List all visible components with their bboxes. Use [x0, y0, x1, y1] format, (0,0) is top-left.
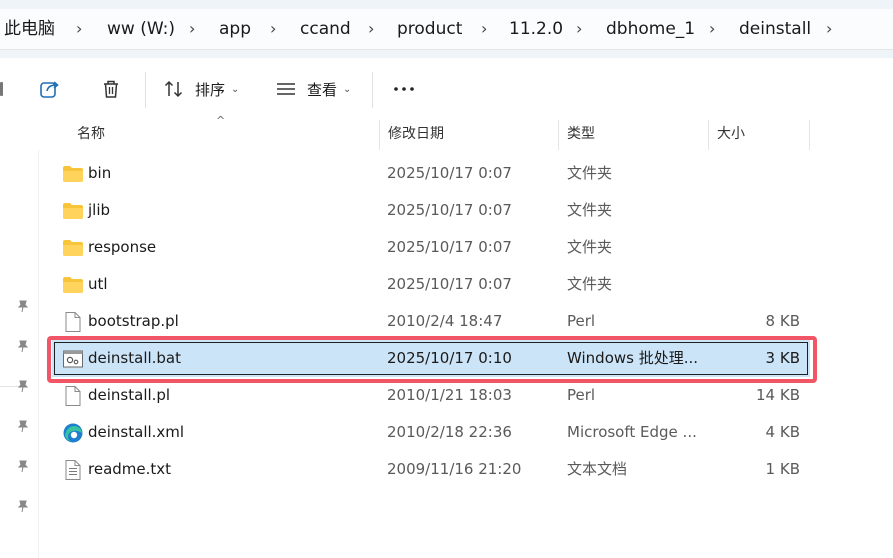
file-name: utl [88, 275, 108, 293]
share-icon [40, 81, 59, 98]
chevron-down-icon: ⌄ [231, 83, 240, 95]
trash-icon [104, 80, 118, 98]
share-button[interactable] [39, 72, 61, 106]
file-type: 文件夹 [567, 164, 613, 182]
breadcrumb-item-ccand[interactable]: ccand [300, 9, 351, 49]
chevron-down-icon: ⌄ [343, 83, 352, 95]
file-date: 2025/10/17 0:07 [387, 238, 512, 256]
chevron-right-icon[interactable]: › [576, 9, 582, 49]
address-bar: 此电脑 › ww (W:) › app › ccand › product › … [0, 0, 893, 58]
column-divider[interactable] [809, 120, 810, 150]
chevron-right-icon[interactable]: › [189, 9, 195, 49]
file-icon [65, 312, 81, 332]
breadcrumb-item-deinstall[interactable]: deinstall [739, 9, 811, 49]
pin-icon[interactable] [16, 339, 30, 353]
breadcrumb-item-dbhome[interactable]: dbhome_1 [606, 9, 695, 49]
list-item[interactable]: readme.txt 2009/11/16 21:20 文本文档 1 KB [52, 451, 810, 488]
file-type: Microsoft Edge ... [567, 423, 697, 441]
file-date: 2025/10/17 0:07 [387, 164, 512, 182]
partial-icon [0, 82, 3, 96]
breadcrumb-item-app[interactable]: app [219, 9, 251, 49]
view-button[interactable]: 查看 ⌄ [275, 72, 351, 106]
list-item[interactable]: response 2025/10/17 0:07 文件夹 [52, 229, 810, 266]
breadcrumb-item-drive[interactable]: ww (W:) [107, 9, 175, 49]
file-type: 文本文档 [567, 460, 628, 478]
file-name: jlib [88, 201, 111, 219]
column-divider[interactable] [708, 120, 709, 150]
breadcrumb-item-product[interactable]: product [397, 9, 462, 49]
sort-label: 排序 [195, 80, 226, 99]
file-type: 文件夹 [567, 238, 613, 256]
file-type: 文件夹 [567, 275, 613, 293]
file-name: bin [88, 164, 112, 182]
edge-icon [63, 423, 83, 443]
delete-button[interactable] [100, 72, 122, 106]
file-size: 1 KB [765, 460, 800, 478]
list-item[interactable]: utl 2025/10/17 0:07 文件夹 [52, 266, 810, 303]
file-name: response [88, 238, 157, 256]
file-date: 2025/10/17 0:07 [387, 275, 512, 293]
file-type: 文件夹 [567, 201, 613, 219]
breadcrumb-item-version[interactable]: 11.2.0 [509, 9, 563, 49]
view-label: 查看 [307, 80, 338, 99]
list-item[interactable]: deinstall.xml 2010/2/18 22:36 Microsoft … [52, 414, 810, 451]
column-name[interactable]: 名称 [77, 120, 105, 150]
file-icon [65, 386, 81, 406]
folder-icon [63, 203, 83, 219]
list-item[interactable]: bin 2025/10/17 0:07 文件夹 [52, 155, 810, 192]
toolbar-separator [145, 72, 146, 108]
file-date: 2010/2/4 18:47 [387, 312, 503, 330]
command-bar: 排序 ⌄ 查看 ⌄ [0, 58, 893, 121]
file-name: bootstrap.pl [88, 312, 179, 330]
folder-icon [63, 277, 83, 293]
more-options-button[interactable] [392, 72, 416, 106]
chevron-right-icon[interactable]: › [709, 9, 715, 49]
file-date: 2009/11/16 21:20 [387, 460, 522, 478]
sort-button[interactable]: 排序 ⌄ [163, 72, 239, 106]
column-divider[interactable] [558, 120, 559, 150]
file-name: deinstall.xml [88, 423, 185, 441]
more-icon [394, 87, 414, 91]
pin-icon[interactable] [16, 299, 30, 313]
file-date: 2010/2/18 22:36 [387, 423, 512, 441]
chevron-right-icon[interactable]: › [270, 9, 276, 49]
pin-icon[interactable] [16, 379, 30, 393]
folder-icon [63, 240, 83, 256]
column-date[interactable]: 修改日期 [388, 120, 444, 150]
column-divider[interactable] [379, 120, 380, 150]
pin-icon[interactable] [16, 459, 30, 473]
breadcrumb: 此电脑 › ww (W:) › app › ccand › product › … [0, 9, 893, 50]
file-name: readme.txt [88, 460, 172, 478]
chevron-right-icon[interactable]: › [368, 9, 374, 49]
pin-icon[interactable] [16, 419, 30, 433]
sort-icon [164, 80, 183, 98]
toolbar-separator [372, 72, 373, 108]
file-size: 4 KB [765, 423, 800, 441]
file-type: Perl [567, 312, 596, 330]
text-file-icon [65, 460, 81, 480]
list-item[interactable]: jlib 2025/10/17 0:07 文件夹 [52, 192, 810, 229]
file-date: 2025/10/17 0:07 [387, 201, 512, 219]
file-size: 8 KB [765, 312, 800, 330]
column-header: ^ 名称 修改日期 类型 大小 [38, 114, 893, 150]
column-type[interactable]: 类型 [567, 120, 595, 150]
view-list-icon [277, 83, 295, 95]
pin-icon[interactable] [16, 499, 30, 513]
breadcrumb-item-this-pc[interactable]: 此电脑 [4, 9, 55, 49]
highlight-box [47, 336, 817, 383]
chevron-right-icon[interactable]: › [76, 9, 82, 49]
sort-ascending-icon: ^ [216, 114, 226, 127]
folder-icon [63, 166, 83, 182]
chevron-right-icon[interactable]: › [481, 9, 487, 49]
list-item[interactable]: bootstrap.pl 2010/2/4 18:47 Perl 8 KB [52, 303, 810, 340]
column-size[interactable]: 大小 [717, 120, 745, 150]
chevron-right-icon[interactable]: › [826, 9, 832, 49]
